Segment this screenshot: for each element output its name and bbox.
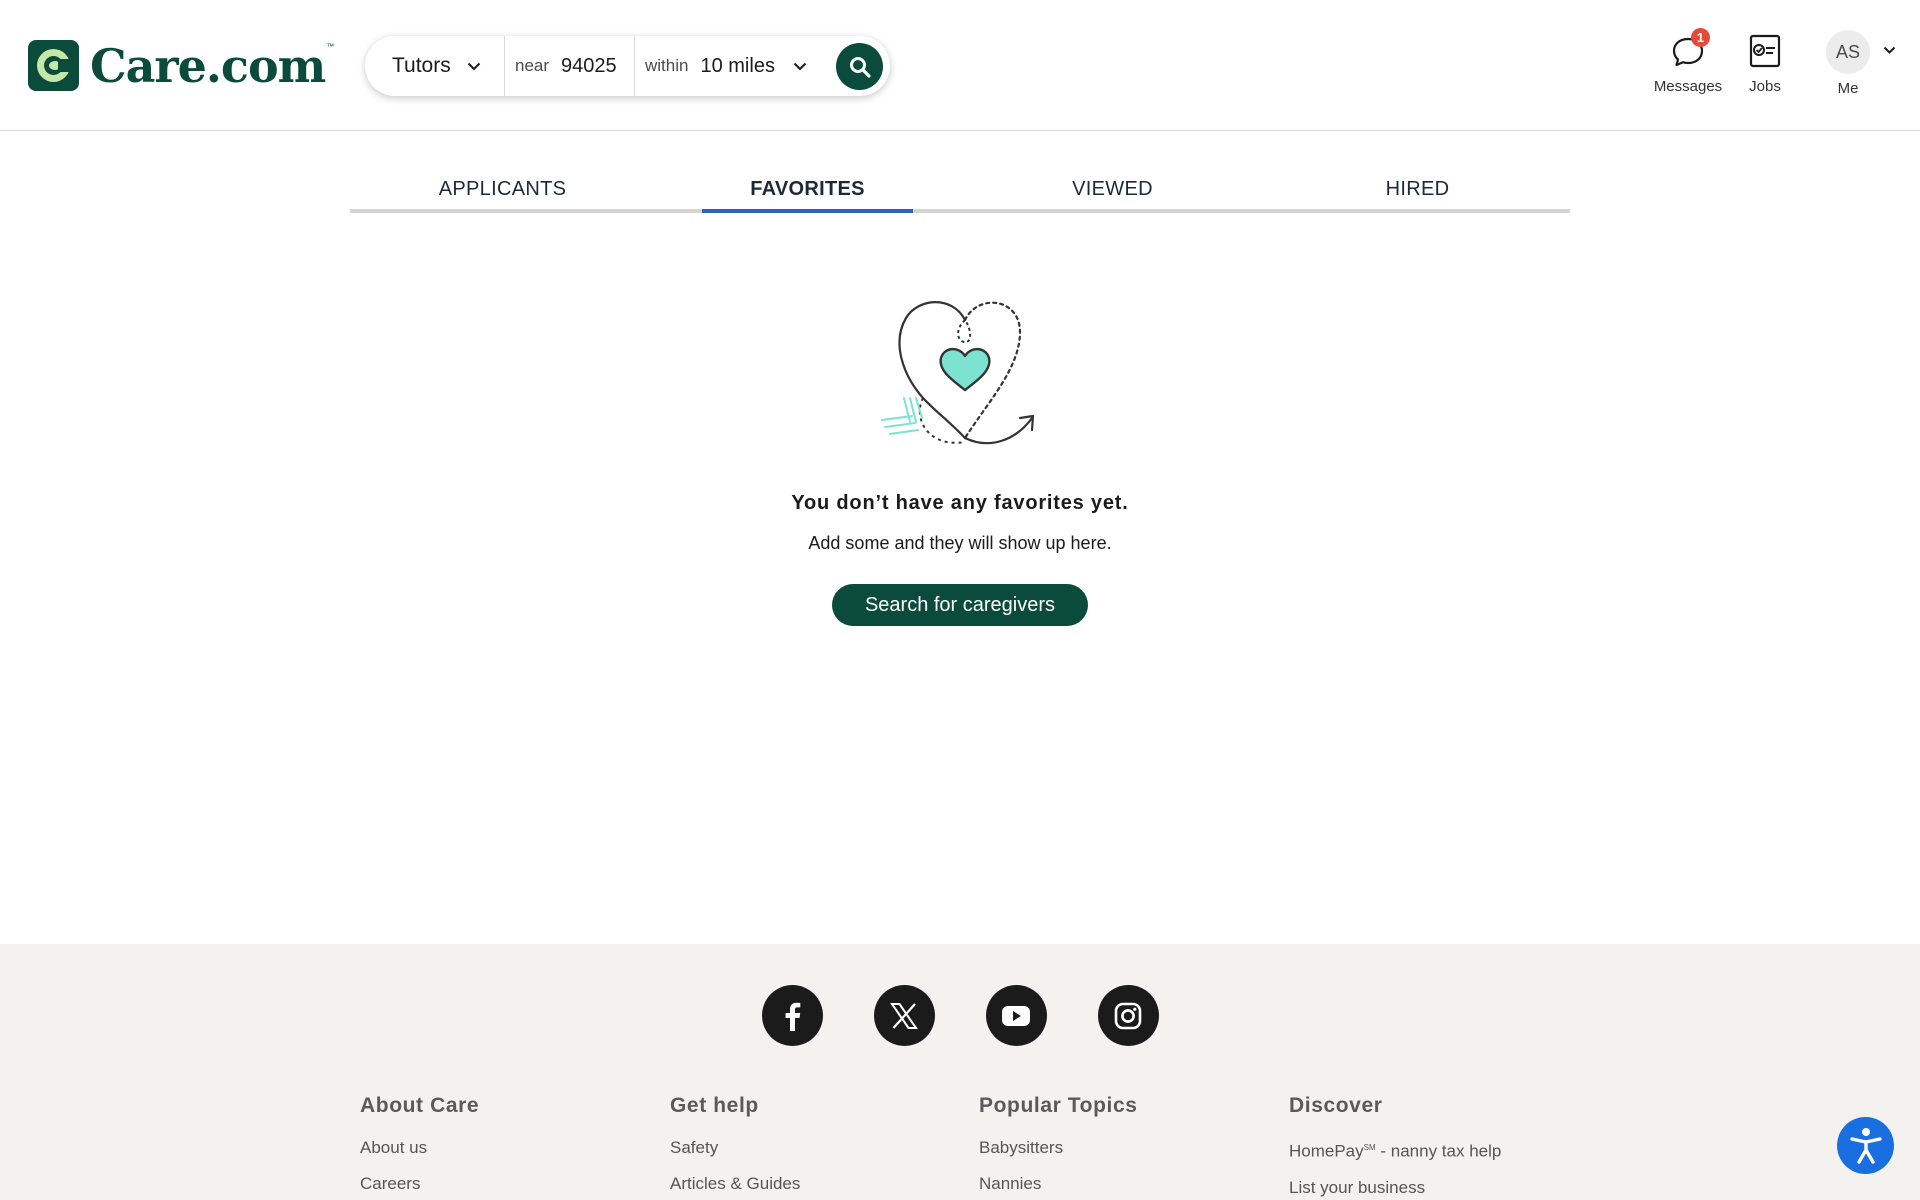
chevron-down-icon [1883,46,1896,54]
empty-state: You don’t have any favorites yet. Add so… [0,290,1920,626]
footer-link-list-business[interactable]: List your business [1289,1170,1501,1200]
jobs-checklist-icon [1749,34,1781,68]
accessibility-icon [1849,1127,1882,1164]
chevron-down-icon [793,62,807,70]
messages-badge: 1 [1691,28,1710,47]
brand-name: Care.com [90,38,326,93]
empty-state-subtitle: Add some and they will show up here. [808,533,1112,553]
care-type-value: Tutors [392,54,451,77]
header: Care.com ™ Tutors near 94025 within 10 m… [0,0,1920,131]
tab-favorites[interactable]: FAVORITES [655,170,960,213]
footer-heading: Get help [670,1094,759,1117]
footer-heading: Popular Topics [979,1094,1138,1117]
homepay-suffix: - nanny tax help [1375,1141,1502,1161]
footer-link-babysitters[interactable]: Babysitters [979,1130,1138,1166]
footer-link-nannies[interactable]: Nannies [979,1166,1138,1200]
nav-messages[interactable]: 1 Messages [1633,28,1743,95]
zip-field[interactable]: near 94025 [505,36,635,96]
me-label: Me [1837,80,1859,97]
trademark: ™ [326,42,335,51]
footer-column-topics: Popular Topics Babysitters Nannies [979,1094,1138,1200]
care-type-select[interactable]: Tutors [365,36,505,96]
care-logo-icon [28,40,79,91]
footer-heading: Discover [1289,1094,1383,1117]
jobs-label: Jobs [1749,78,1781,95]
messages-label: Messages [1653,78,1723,95]
footer-link-homepay[interactable]: HomePaySM - nanny tax help [1289,1130,1501,1170]
footer-link-safety[interactable]: Safety [670,1130,800,1166]
distance-select[interactable]: within 10 miles [635,36,835,96]
footer-heading: About Care [360,1094,480,1117]
heart-illustration-icon [881,301,1035,445]
footer-column-discover: Discover HomePaySM - nanny tax help List… [1289,1094,1501,1200]
x-icon[interactable] [873,985,935,1046]
chevron-down-icon [467,62,480,70]
footer-column-help: Get help Safety Articles & Guides [670,1094,800,1200]
footer-link-about-us[interactable]: About us [360,1130,479,1166]
accessibility-button[interactable] [1837,1117,1894,1174]
footer-link-articles[interactable]: Articles & Guides [670,1166,800,1200]
tab-hired[interactable]: HIRED [1265,170,1570,209]
youtube-icon[interactable] [985,985,1047,1046]
search-bar: Tutors near 94025 within 10 miles [365,36,890,96]
search-caregivers-button[interactable]: Search for caregivers [832,584,1088,626]
instagram-icon[interactable] [1097,985,1159,1046]
footer-link-careers[interactable]: Careers [360,1166,479,1200]
homepay-name: HomePay [1289,1141,1364,1161]
tab-viewed[interactable]: VIEWED [960,170,1265,209]
social-links [0,985,1920,1046]
footer-column-about: About Care About us Careers [360,1094,479,1200]
footer: About Care About us Careers Get help Saf… [0,944,1920,1200]
facebook-icon[interactable] [761,985,823,1046]
service-mark: SM [1363,1143,1376,1152]
within-label: within [645,56,689,75]
tab-applicants[interactable]: APPLICANTS [350,170,655,209]
zip-value[interactable]: 94025 [561,55,617,78]
distance-value: 10 miles [700,54,775,77]
search-button[interactable] [836,43,883,90]
search-icon [849,56,871,78]
care-logo[interactable]: Care.com ™ [28,40,334,91]
job-tabs: APPLICANTS FAVORITES VIEWED HIRED [350,170,1570,213]
near-label: near [515,56,550,75]
nav-jobs[interactable]: Jobs [1735,30,1795,95]
avatar: AS [1826,30,1870,74]
empty-state-title: You don’t have any favorites yet. [791,492,1129,514]
nav-me[interactable]: AS Me [1818,30,1896,97]
